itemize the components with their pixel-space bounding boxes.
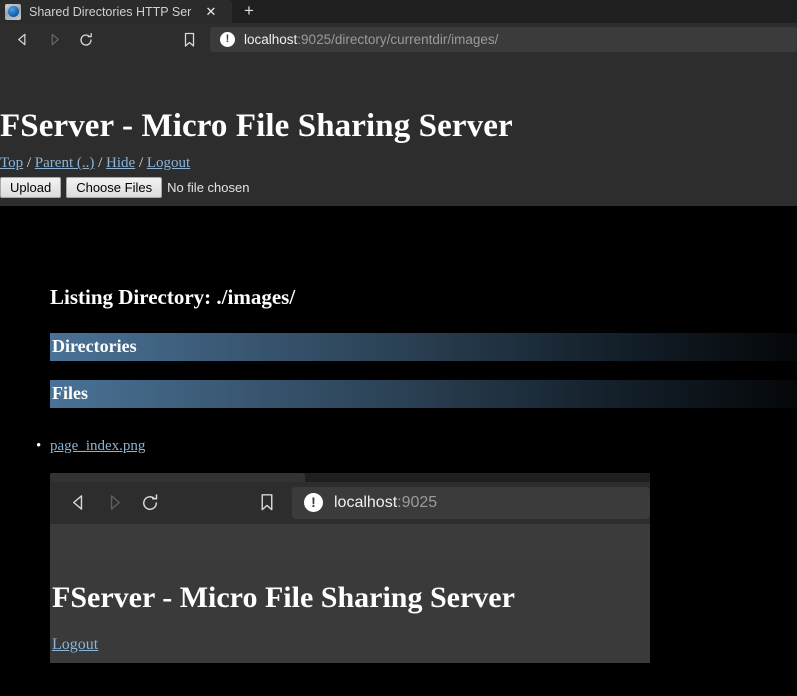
reload-icon	[132, 482, 168, 524]
nav-separator: /	[26, 155, 32, 172]
section-header-directories: Directories	[50, 333, 797, 362]
page-content: FServer - Micro File Sharing Server Top …	[0, 90, 797, 663]
browser-tab[interactable]: Shared Directories HTTP Ser ✕	[0, 0, 232, 23]
page-title: FServer - Micro File Sharing Server	[0, 108, 513, 144]
bookmark-icon[interactable]	[172, 23, 206, 56]
nav-link-top[interactable]: Top	[0, 155, 23, 171]
page-header: FServer - Micro File Sharing Server Top …	[0, 90, 797, 207]
reload-icon[interactable]	[70, 23, 102, 56]
nav-link-logout[interactable]: Logout	[147, 155, 190, 171]
forward-arrow-icon[interactable]	[38, 23, 70, 56]
upload-button[interactable]: Upload	[0, 177, 62, 199]
new-tab-button[interactable]: +	[232, 0, 266, 23]
info-circle-icon: !	[304, 493, 323, 513]
bookmark-icon	[248, 482, 286, 524]
nav-separator: /	[138, 155, 144, 172]
tab-title: Shared Directories HTTP Ser	[29, 4, 192, 19]
tab-strip: Shared Directories HTTP Ser ✕ +	[0, 0, 797, 23]
preview-url-path: :9025	[397, 493, 438, 511]
preview-chrome-filler	[50, 523, 650, 559]
preview-url-text: localhost:9025	[334, 494, 437, 512]
preview-url-host: localhost	[334, 493, 398, 511]
preview-tab-strip	[50, 472, 650, 482]
upload-form: Upload Choose Files No file chosen	[0, 175, 797, 199]
file-list: page_index.png	[0, 408, 797, 455]
browser-toolbar: ! localhost:9025/directory/currentdir/im…	[0, 23, 797, 56]
preview-toolbar: ! localhost:9025	[50, 481, 650, 524]
nav-link-parent[interactable]: Parent (..)	[35, 155, 95, 171]
url-host: localhost	[244, 32, 298, 47]
choose-files-button[interactable]: Choose Files	[66, 177, 163, 199]
close-icon[interactable]: ✕	[201, 5, 221, 18]
image-preview[interactable]: ! localhost:9025 FServer - Micro File Sh…	[50, 472, 650, 663]
list-item: page_index.png	[0, 437, 797, 455]
forward-arrow-icon	[96, 482, 132, 524]
preview-logout-link: Logout	[52, 635, 99, 653]
back-arrow-icon[interactable]	[6, 23, 38, 56]
file-link[interactable]: page_index.png	[50, 438, 145, 454]
nav-link-hide[interactable]: Hide	[106, 155, 135, 171]
listing-heading: Listing Directory: ./images/	[50, 285, 296, 310]
preview-tab	[50, 472, 305, 482]
address-bar[interactable]: ! localhost:9025/directory/currentdir/im…	[210, 27, 797, 52]
preview-page-content: FServer - Micro File Sharing Server Logo…	[50, 558, 650, 663]
back-arrow-icon	[60, 482, 96, 524]
file-status-label: No file chosen	[167, 180, 250, 196]
directory-listing: Listing Directory: ./images/ Directories…	[0, 206, 797, 663]
preview-logout: Logout	[52, 614, 650, 654]
preview-page-title: FServer - Micro File Sharing Server	[52, 580, 515, 614]
breadcrumb: Top / Parent (..) / Hide / Logout	[0, 144, 797, 175]
drive-globe-icon	[5, 3, 21, 20]
info-circle-icon[interactable]: !	[220, 32, 235, 47]
chrome-filler	[0, 56, 797, 90]
url-path: :9025/directory/currentdir/images/	[297, 32, 499, 47]
browser-chrome: Shared Directories HTTP Ser ✕ + ! localh…	[0, 0, 797, 90]
url-text: localhost:9025/directory/currentdir/imag…	[244, 32, 498, 47]
nav-separator: /	[98, 155, 103, 172]
section-header-files: Files	[50, 380, 797, 408]
preview-address-bar: ! localhost:9025	[292, 486, 650, 519]
